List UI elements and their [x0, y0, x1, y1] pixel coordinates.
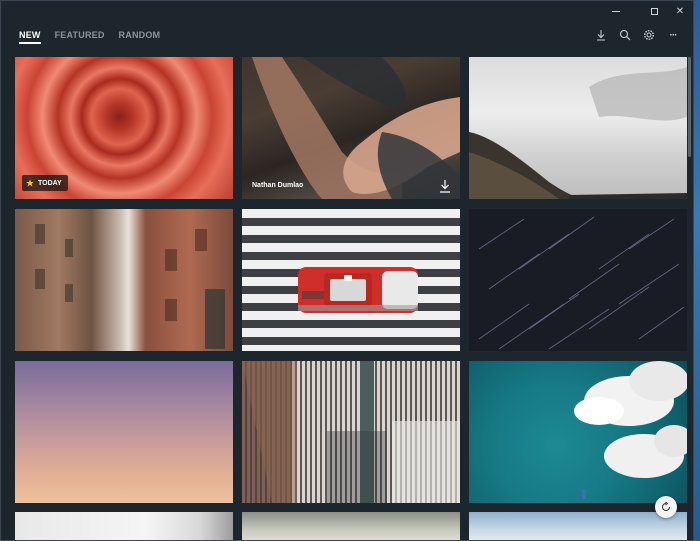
- close-button[interactable]: ✕: [667, 1, 693, 21]
- scrollbar-thumb[interactable]: [688, 57, 691, 157]
- photo-tile-sunset-sky[interactable]: [15, 361, 233, 503]
- photo-tile-taxi-crosswalk[interactable]: [242, 209, 460, 351]
- photo-tile-bottom-1[interactable]: [15, 512, 233, 540]
- facade-shape: [242, 361, 460, 503]
- toolbar: ···: [593, 27, 681, 43]
- today-badge: TODAY: [22, 175, 68, 191]
- hill-shape: [469, 67, 687, 199]
- taxi-shape: [298, 267, 418, 313]
- photo-tile-bottom-2[interactable]: [242, 512, 460, 540]
- photo-tile-rose[interactable]: TODAY: [15, 57, 233, 199]
- photo-tile-bottom-3[interactable]: [469, 512, 687, 540]
- photo-author: Nathan Dumlao: [252, 182, 304, 189]
- refresh-icon: [662, 501, 670, 511]
- tab-featured[interactable]: FEATURED: [55, 30, 105, 44]
- star-trails-shape: [478, 216, 685, 350]
- star-icon: [26, 179, 34, 187]
- photo-tile-ocean-clouds[interactable]: [469, 361, 687, 503]
- tab-new[interactable]: NEW: [19, 30, 41, 44]
- refresh-button[interactable]: [655, 496, 677, 518]
- download-icon: [597, 30, 605, 41]
- photo-tile-alley-buildings[interactable]: [15, 209, 233, 351]
- search-button[interactable]: [617, 27, 633, 43]
- settings-icon: [643, 29, 655, 41]
- hands-shape: [252, 57, 460, 199]
- photo-tile-star-trails[interactable]: [469, 209, 687, 351]
- more-button[interactable]: ···: [665, 27, 681, 43]
- search-icon: [619, 29, 631, 41]
- more-icon: ···: [669, 29, 678, 41]
- settings-button[interactable]: [641, 27, 657, 43]
- title-bar: ✕: [1, 1, 693, 21]
- photo-tile-building-facade[interactable]: [242, 361, 460, 503]
- photo-tile-hands[interactable]: Nathan Dumlao: [242, 57, 460, 199]
- alley-shape: [35, 224, 225, 349]
- minimize-button[interactable]: [603, 1, 629, 21]
- nav-tabs: NEW FEATURED RANDOM: [19, 30, 160, 44]
- photo-tile-hill-sky[interactable]: [469, 57, 687, 199]
- app-window: ✕ NEW FEATURED RANDOM ··· TODAY Nathan D…: [0, 0, 694, 541]
- maximize-button[interactable]: [641, 1, 667, 21]
- download-icon[interactable]: [438, 179, 452, 193]
- today-badge-label: TODAY: [38, 179, 62, 187]
- clouds-shape: [574, 361, 687, 499]
- close-icon: ✕: [675, 5, 685, 17]
- tab-random[interactable]: RANDOM: [119, 30, 161, 44]
- download-button[interactable]: [593, 27, 609, 43]
